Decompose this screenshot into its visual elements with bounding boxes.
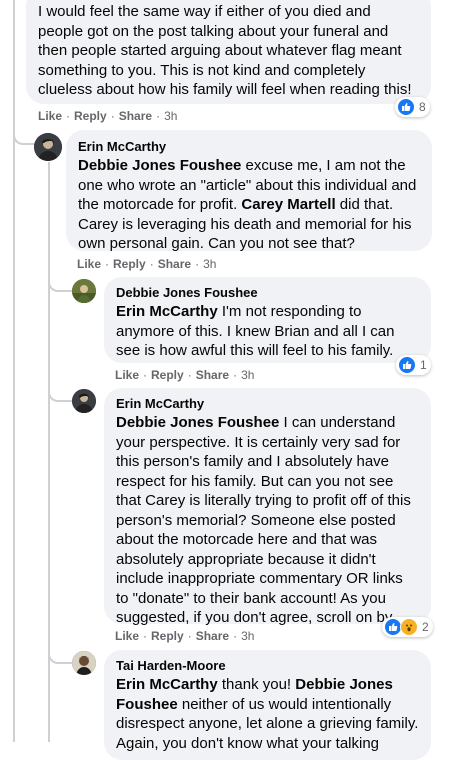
like-reaction-icon (398, 356, 416, 374)
comment-actions: Like · Reply · Share · 3h (38, 109, 178, 123)
avatar[interactable] (72, 651, 96, 675)
comment-author[interactable]: Tai Harden-Moore (116, 658, 419, 673)
like-reaction-icon (397, 98, 415, 116)
mention-link[interactable]: Erin McCarthy (116, 676, 218, 693)
timestamp[interactable]: 3h (241, 629, 254, 643)
wow-reaction-icon (400, 618, 418, 636)
comment-actions: Like · Reply · Share · 3h (115, 629, 255, 643)
comment-bubble: Erin McCarthy Debbie Jones Foushee excus… (66, 130, 432, 252)
share-link[interactable]: Share (158, 257, 191, 271)
share-link[interactable]: Share (196, 368, 229, 382)
comment-bubble: Tai Harden-Moore Erin McCarthy thank you… (104, 650, 431, 760)
reaction-count: 2 (422, 620, 429, 634)
comment-actions: Like · Reply · Share · 3h (77, 257, 217, 271)
thread-connector (48, 290, 72, 402)
thread-connector (13, 110, 35, 145)
like-link[interactable]: Like (115, 629, 139, 643)
share-link[interactable]: Share (196, 629, 229, 643)
reaction-summary[interactable]: 2 (382, 617, 433, 637)
mention-link[interactable]: Erin McCarthy (116, 303, 218, 320)
comment-text: Debbie Jones Foushee I can understand yo… (116, 414, 411, 626)
comment-text: Erin McCarthy thank you! Debbie Jones Fo… (116, 676, 419, 752)
like-link[interactable]: Like (77, 257, 101, 271)
mention-link[interactable]: Carey Martell (241, 196, 335, 213)
reaction-count: 1 (420, 358, 427, 372)
like-link[interactable]: Like (38, 109, 62, 123)
mention-link[interactable]: Debbie Jones Foushee (116, 414, 279, 431)
comment-bubble: Debbie Jones Foushee Erin McCarthy I'm n… (104, 277, 431, 363)
comment-actions: Like · Reply · Share · 3h (115, 368, 255, 382)
comment-text: Erin McCarthy I'm not responding to anym… (116, 303, 395, 359)
comment-author[interactable]: Debbie Jones Foushee (116, 285, 419, 300)
reply-link[interactable]: Reply (151, 629, 184, 643)
like-link[interactable]: Like (115, 368, 139, 382)
reaction-count: 8 (419, 100, 426, 114)
comment-author[interactable]: Erin McCarthy (116, 396, 419, 411)
comment-text: Debbie Jones Foushee excuse me, I am not… (78, 157, 417, 252)
avatar[interactable] (72, 389, 96, 413)
reaction-summary[interactable]: 1 (396, 355, 431, 375)
timestamp[interactable]: 3h (164, 109, 177, 123)
comment-text: I would feel the same way if either of y… (38, 3, 412, 98)
thread-connector (48, 400, 72, 664)
avatar[interactable] (34, 133, 62, 161)
reply-link[interactable]: Reply (74, 109, 107, 123)
timestamp[interactable]: 3h (203, 257, 216, 271)
mention-link[interactable]: Debbie Jones Foushee (78, 157, 241, 174)
comment-bubble: Erin McCarthy Debbie Jones Foushee I can… (104, 388, 431, 626)
reaction-summary[interactable]: 8 (395, 97, 430, 117)
reply-link[interactable]: Reply (113, 257, 146, 271)
thread-connector (48, 268, 72, 292)
comment-author[interactable]: Erin McCarthy (78, 139, 420, 154)
share-link[interactable]: Share (119, 109, 152, 123)
comment-bubble: I would feel the same way if either of y… (26, 0, 431, 104)
timestamp[interactable]: 3h (241, 368, 254, 382)
reply-link[interactable]: Reply (151, 368, 184, 382)
avatar[interactable] (72, 279, 96, 303)
